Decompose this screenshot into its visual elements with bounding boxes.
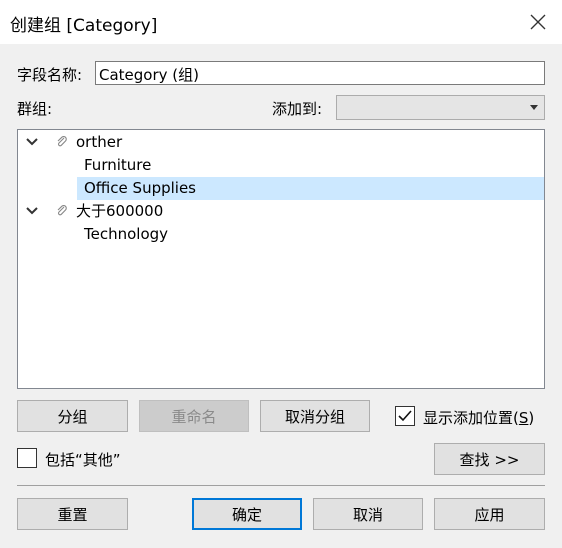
field-name-value: Category (组) [99,66,199,84]
field-name-label: 字段名称: [17,66,83,84]
include-other-checkbox[interactable] [17,448,37,468]
close-button[interactable] [522,6,554,38]
show-added-position-text-end: ) [528,409,535,427]
checkmark-icon [398,410,412,422]
rename-button[interactable]: 重命名 [139,400,249,432]
tree-group-row[interactable]: orther [18,131,544,154]
tree-item-row[interactable]: Furniture [18,154,544,177]
field-name-input[interactable]: Category (组) [95,61,545,85]
reset-button[interactable]: 重置 [17,498,128,530]
separator [17,485,545,486]
tree-item-row-selected[interactable]: Office Supplies [77,177,544,200]
close-icon [530,14,546,30]
find-button[interactable]: 查找 >> [434,443,545,475]
expand-chevron-icon[interactable] [26,138,38,146]
tree-item-label: Office Supplies [84,179,197,197]
chevron-down-icon [530,105,538,110]
add-to-label: 添加到: [272,100,323,118]
ungroup-button[interactable]: 取消分组 [260,400,370,432]
paperclip-icon [57,205,67,216]
dialog-body: 字段名称: Category (组) 群组: 添加到: orther Furni… [0,44,562,548]
show-added-position-mnemonic: S [518,409,529,427]
ok-button[interactable]: 确定 [192,498,302,530]
show-added-position-label: 显示添加位置(S) [423,407,534,428]
groups-label: 群组: [17,100,53,118]
tree-group-label: 大于600000 [76,202,164,220]
tree-item-row[interactable]: Technology [18,223,544,246]
expand-chevron-icon[interactable] [26,207,38,215]
tree-group-row[interactable]: 大于600000 [18,200,544,223]
show-added-position-text: 显示添加位置( [423,409,519,427]
window-title: 创建组 [Category] [10,16,158,36]
tree-item-label: Furniture [84,156,152,174]
group-button[interactable]: 分组 [17,400,128,432]
tree-group-label: orther [76,133,123,151]
group-tree[interactable]: orther Furniture Office Supplies 大于60000… [17,129,545,389]
cancel-button[interactable]: 取消 [313,498,423,530]
tree-item-label: Technology [84,225,169,243]
title-bar: 创建组 [Category] [0,0,562,44]
add-to-dropdown[interactable] [336,95,545,120]
include-other-label: 包括“其他” [45,451,121,469]
apply-button[interactable]: 应用 [434,498,545,530]
paperclip-icon [57,136,67,147]
show-added-position-checkbox[interactable] [395,406,415,426]
